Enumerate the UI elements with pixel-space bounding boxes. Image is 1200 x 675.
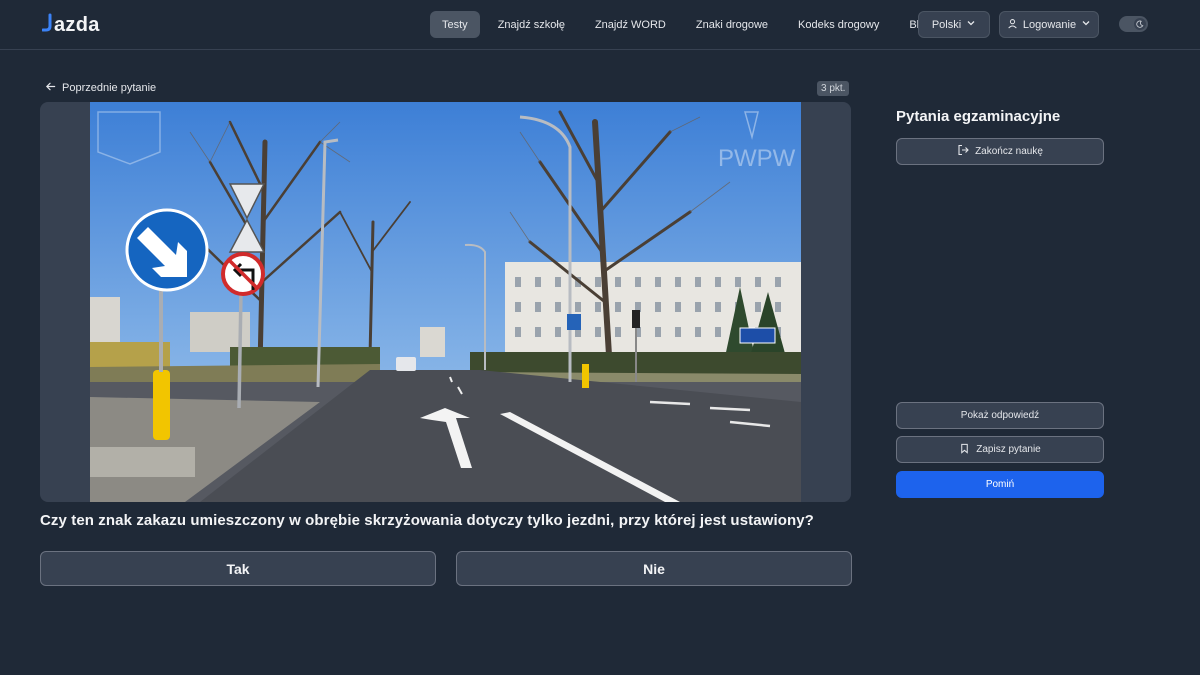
theme-toggle[interactable] (1119, 16, 1148, 32)
login-label: Logowanie (1022, 18, 1077, 31)
svg-text:PWPW: PWPW (718, 145, 796, 172)
save-question-button[interactable]: Zapisz pytanie (896, 436, 1104, 463)
login-button[interactable]: Logowanie (999, 11, 1099, 38)
nav-item-find-school[interactable]: Znajdź szkołę (486, 11, 577, 38)
points-badge: 3 pkt. (817, 81, 850, 96)
arrow-left-icon (45, 81, 56, 95)
main-nav: Testy Znajdź szkołę Znajdź WORD Znaki dr… (430, 11, 949, 38)
question-text: Czy ten znak zakazu umieszczony w obrębi… (40, 512, 814, 529)
top-navbar: azda Testy Znajdź szkołę Znajdź WORD Zna… (0, 0, 1200, 50)
sidebar-title: Pytania egzaminacyjne (896, 108, 1061, 125)
save-question-label: Zapisz pytanie (976, 444, 1041, 455)
answer-yes-button[interactable]: Tak (40, 551, 436, 586)
skip-button[interactable]: Pomiń (896, 471, 1104, 498)
end-learning-button[interactable]: Zakończ naukę (896, 138, 1104, 165)
user-icon (1007, 18, 1018, 32)
logout-icon (957, 144, 969, 159)
chevron-down-icon (1081, 18, 1091, 31)
language-select[interactable]: Polski (918, 11, 990, 38)
moon-icon (1134, 18, 1146, 30)
end-learning-label: Zakończ naukę (975, 146, 1043, 157)
chevron-down-icon (966, 18, 976, 31)
jazda-logo[interactable]: azda (41, 12, 100, 38)
nav-item-road-signs[interactable]: Znaki drogowe (684, 11, 780, 38)
nav-item-road-code[interactable]: Kodeks drogowy (786, 11, 891, 38)
logo-mark (41, 12, 54, 38)
logo-text: azda (54, 13, 100, 36)
answer-no-button[interactable]: Nie (456, 551, 852, 586)
language-label: Polski (931, 18, 962, 31)
road-scene-image: PWPW (90, 102, 801, 502)
bookmark-icon (959, 443, 970, 457)
previous-question-label: Poprzednie pytanie (62, 82, 157, 94)
show-answer-button[interactable]: Pokaż odpowiedź (896, 402, 1104, 429)
previous-question-link[interactable]: Poprzednie pytanie (45, 81, 156, 95)
nav-item-tests[interactable]: Testy (430, 11, 480, 38)
question-media: PWPW (40, 102, 851, 502)
nav-item-find-word[interactable]: Znajdź WORD (583, 11, 678, 38)
